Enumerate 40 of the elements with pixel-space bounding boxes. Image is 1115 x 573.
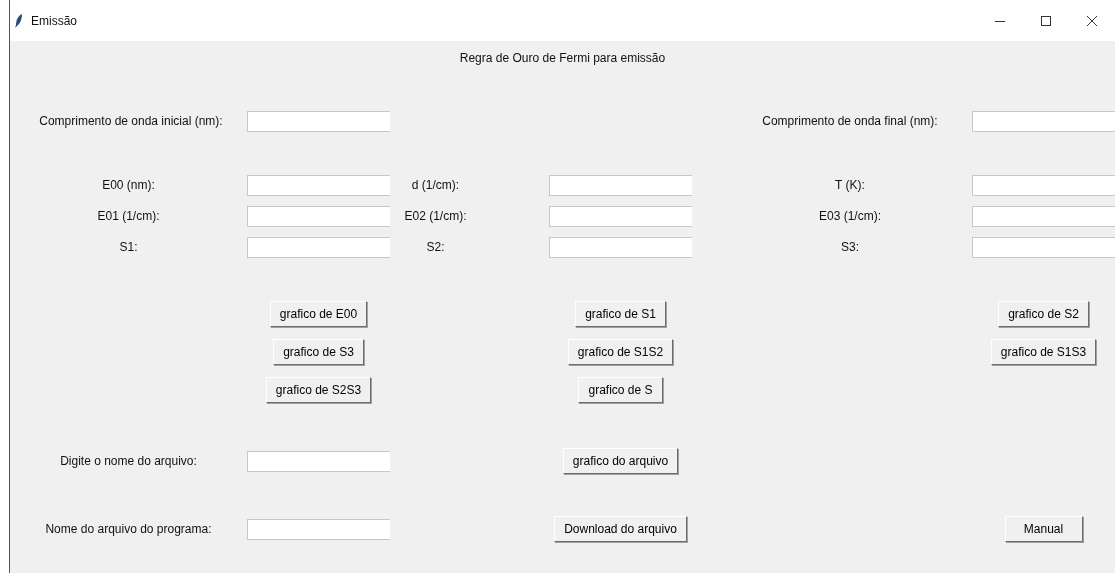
input-field[interactable] bbox=[549, 205, 692, 227]
input-field[interactable] bbox=[247, 450, 390, 472]
field-label: d (1/cm): bbox=[411, 177, 460, 194]
field-label: E02 (1/cm): bbox=[404, 208, 467, 225]
input-field[interactable] bbox=[247, 518, 390, 540]
plot-button[interactable]: grafico de E00 bbox=[269, 301, 368, 327]
plot-button[interactable]: Download do arquivo bbox=[554, 516, 687, 542]
plot-button[interactable]: grafico de S3 bbox=[273, 339, 364, 365]
plot-button[interactable]: grafico de S2 bbox=[998, 301, 1089, 327]
field-label: Digite o nome do arquivo: bbox=[60, 453, 197, 470]
field-label: Nome do arquivo do programa: bbox=[45, 521, 212, 538]
input-field[interactable] bbox=[549, 174, 692, 196]
input-field[interactable] bbox=[247, 174, 390, 196]
plot-button[interactable]: grafico do arquivo bbox=[562, 448, 679, 474]
field-label: E00 (nm): bbox=[102, 177, 155, 194]
input-field[interactable] bbox=[972, 236, 1115, 258]
input-field[interactable] bbox=[972, 110, 1115, 132]
field-label: E01 (1/cm): bbox=[97, 208, 160, 225]
field-label: S2: bbox=[426, 239, 445, 256]
plot-button[interactable]: grafico de S1S2 bbox=[567, 339, 674, 365]
field-label: T (K): bbox=[835, 177, 865, 194]
input-field[interactable] bbox=[247, 236, 390, 258]
window-title: Emissão bbox=[31, 12, 77, 30]
input-field[interactable] bbox=[247, 110, 390, 132]
input-field[interactable] bbox=[972, 205, 1115, 227]
plot-button[interactable]: grafico de S1 bbox=[575, 301, 666, 327]
input-field[interactable] bbox=[972, 174, 1115, 196]
plot-button[interactable]: grafico de S2S3 bbox=[265, 377, 372, 403]
field-label: Comprimento de onda final (nm): bbox=[762, 113, 938, 130]
field-label: S1: bbox=[119, 239, 138, 256]
plot-button[interactable]: grafico de S1S3 bbox=[990, 339, 1097, 365]
field-label: S3: bbox=[841, 239, 859, 256]
field-label: Comprimento de onda inicial (nm): bbox=[39, 113, 223, 130]
plot-button[interactable]: grafico de S bbox=[578, 377, 663, 403]
field-label: E03 (1/cm): bbox=[819, 208, 881, 225]
heading: Regra de Ouro de Fermi para emissão bbox=[459, 50, 666, 67]
input-field[interactable] bbox=[247, 205, 390, 227]
input-field[interactable] bbox=[549, 236, 692, 258]
feather-icon bbox=[15, 13, 23, 28]
manual-button[interactable]: Manual bbox=[1004, 516, 1083, 542]
